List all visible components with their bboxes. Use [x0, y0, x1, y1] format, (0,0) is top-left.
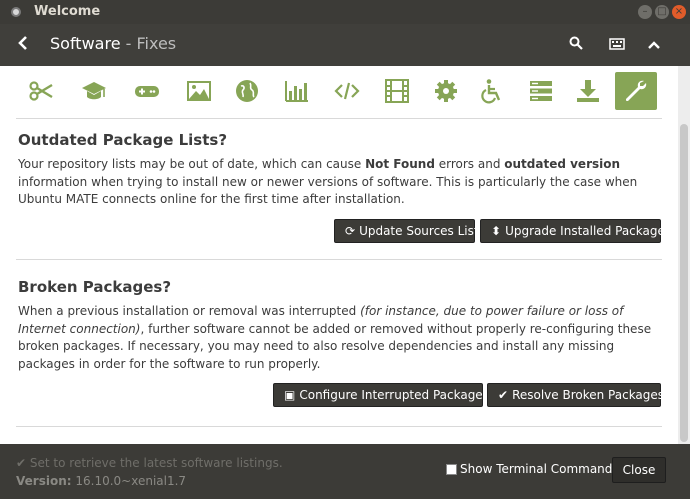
keyboard-icon — [609, 38, 625, 50]
update-sources-button[interactable]: ⟳ Update Sources List — [334, 219, 479, 243]
image-icon — [187, 81, 211, 101]
upgrade-packages-label: Upgrade Installed Packages — [505, 224, 672, 238]
download-icon — [577, 80, 599, 102]
category-graphics[interactable] — [178, 72, 220, 110]
category-bar — [0, 66, 678, 116]
gear-icon — [435, 80, 457, 102]
collapse-button[interactable] — [643, 34, 665, 56]
keyboard-button[interactable] — [606, 34, 628, 56]
footer: ✔ Set to retrieve the latest software li… — [0, 444, 690, 499]
category-universal-access[interactable] — [471, 72, 513, 110]
page-title-sub: Fixes — [136, 34, 177, 53]
show-terminal-checkbox[interactable] — [446, 463, 457, 475]
configure-interrupted-label: Configure Interrupted Packages — [299, 388, 489, 402]
category-internet[interactable] — [226, 72, 268, 110]
app-icon — [11, 7, 21, 17]
chevron-up-icon — [648, 41, 660, 49]
check-icon: ✔ — [498, 388, 509, 402]
wrench-icon — [626, 80, 647, 101]
outdated-bold-2: outdated version — [504, 157, 621, 171]
window-title: Welcome — [34, 4, 101, 19]
header-bar: Software - Fixes — [0, 24, 690, 66]
configure-interrupted-button[interactable]: ▣ Configure Interrupted Packages — [273, 383, 489, 407]
back-button[interactable] — [12, 34, 34, 56]
version-label: Version: — [16, 474, 72, 488]
broken-text-1: When a previous installation or removal … — [18, 304, 361, 318]
code-icon — [334, 82, 360, 100]
version-text: Version: 16.10.0~xenial1.7 — [16, 474, 186, 488]
category-office[interactable] — [276, 72, 318, 110]
close-icon[interactable]: × — [672, 5, 686, 19]
close-button[interactable]: Close — [612, 457, 666, 483]
title-bar: Welcome – □ × — [0, 0, 690, 24]
main-content: Outdated Package Lists? Your repository … — [0, 66, 678, 444]
resolve-broken-label: Resolve Broken Packages — [512, 388, 665, 402]
category-programming[interactable] — [326, 72, 368, 110]
maximize-icon[interactable]: □ — [655, 5, 669, 19]
server-icon — [530, 81, 552, 101]
status-label: Set to retrieve the latest software list… — [29, 456, 283, 470]
status-text: ✔ Set to retrieve the latest software li… — [16, 456, 283, 470]
category-education[interactable] — [73, 72, 115, 110]
gamepad-icon — [135, 86, 159, 97]
category-fixes[interactable] — [615, 72, 657, 110]
version-value: 16.10.0~xenial1.7 — [75, 474, 187, 488]
divider — [16, 259, 662, 260]
outdated-heading: Outdated Package Lists? — [18, 131, 228, 149]
outdated-text-2: errors and — [434, 157, 505, 171]
page-title: Software - Fixes — [50, 34, 176, 53]
category-sound-video[interactable] — [376, 72, 418, 110]
category-servers[interactable] — [520, 72, 562, 110]
search-icon — [569, 36, 583, 50]
show-terminal-toggle[interactable]: Show Terminal Commands — [446, 462, 619, 476]
graduation-cap-icon — [82, 82, 106, 100]
minimize-icon[interactable]: – — [638, 5, 652, 19]
check-icon: ✔ — [16, 456, 27, 470]
broken-description: When a previous installation or removal … — [18, 303, 668, 373]
wheelchair-icon — [481, 79, 501, 104]
package-icon: ▣ — [284, 388, 296, 402]
divider — [16, 426, 662, 427]
chevron-left-icon — [18, 36, 27, 50]
broken-heading: Broken Packages? — [18, 278, 172, 296]
page-title-main: Software — [50, 34, 121, 53]
outdated-bold-1: Not Found — [365, 157, 435, 171]
globe-icon — [236, 80, 258, 102]
film-icon — [385, 79, 409, 103]
outdated-description: Your repository lists may be out of date… — [18, 156, 668, 209]
upgrade-packages-button[interactable]: ⬍ Upgrade Installed Packages — [480, 219, 671, 243]
search-button[interactable] — [565, 34, 587, 56]
scissors-icon — [29, 81, 53, 101]
refresh-icon: ⟳ — [345, 224, 356, 238]
outdated-text-1: Your repository lists may be out of date… — [18, 157, 366, 171]
page-title-separator: - — [120, 34, 137, 53]
scrollbar-thumb[interactable] — [680, 124, 688, 442]
update-sources-label: Update Sources List — [359, 224, 479, 238]
outdated-text-3: information when trying to install new o… — [18, 174, 638, 207]
category-games[interactable] — [126, 72, 168, 110]
show-terminal-label: Show Terminal Commands — [460, 462, 619, 476]
resolve-broken-button[interactable]: ✔ Resolve Broken Packages — [487, 383, 665, 407]
category-system-tools[interactable] — [425, 72, 467, 110]
category-accessories[interactable] — [20, 72, 62, 110]
divider — [16, 118, 662, 119]
bar-chart-icon — [285, 81, 308, 102]
category-more-software[interactable] — [567, 72, 609, 110]
upload-icon: ⬍ — [491, 224, 502, 238]
